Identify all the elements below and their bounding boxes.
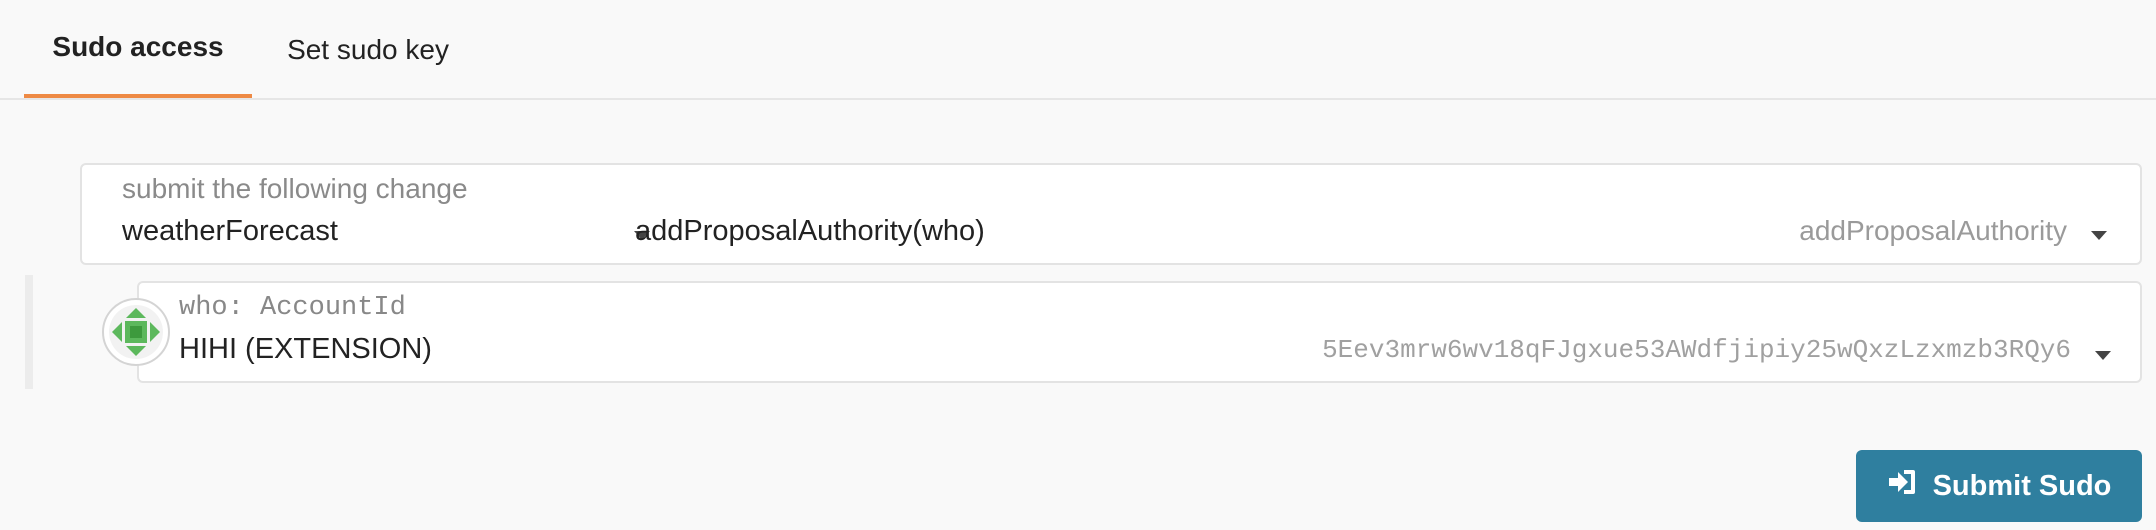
tab-label: Sudo access xyxy=(52,31,224,62)
extrinsic-selector: submit the following change weatherForec… xyxy=(80,163,2142,265)
account-address: 5Eev3mrw6wv18qFJgxue53AWdfjipiy25wQxzLzx… xyxy=(1322,335,2071,365)
submit-sudo-button[interactable]: Submit Sudo xyxy=(1856,450,2142,522)
chevron-down-icon xyxy=(2095,351,2111,360)
tab-bar: Sudo access Set sudo key xyxy=(0,0,2156,100)
extrinsic-label: submit the following change xyxy=(122,173,468,204)
param-label: who: AccountId xyxy=(179,293,406,323)
param-who: who: AccountId HIHI (EXTENSION) 5Eev3mrw… xyxy=(137,281,2142,383)
tab-set-sudo-key[interactable]: Set sudo key xyxy=(270,0,466,100)
section-value: weatherForecast xyxy=(122,215,338,247)
sign-in-icon xyxy=(1887,468,1917,504)
tab-label: Set sudo key xyxy=(287,34,449,65)
account-dropdown[interactable]: HIHI (EXTENSION) 5Eev3mrw6wv18qFJgxue53A… xyxy=(179,327,2129,371)
chevron-down-icon xyxy=(2091,231,2107,240)
account-name: HIHI (EXTENSION) xyxy=(179,333,432,365)
section-dropdown[interactable]: weatherForecast xyxy=(122,209,652,253)
method-dropdown[interactable]: addProposalAuthority(who) addProposalAut… xyxy=(635,209,2125,253)
tab-sudo-access[interactable]: Sudo access xyxy=(24,0,252,98)
submit-label: Submit Sudo xyxy=(1932,469,2112,502)
param-group-rail xyxy=(25,275,33,389)
method-hint: addProposalAuthority xyxy=(1799,215,2067,246)
account-identicon-icon[interactable] xyxy=(102,298,170,366)
method-value: addProposalAuthority(who) xyxy=(635,215,985,247)
